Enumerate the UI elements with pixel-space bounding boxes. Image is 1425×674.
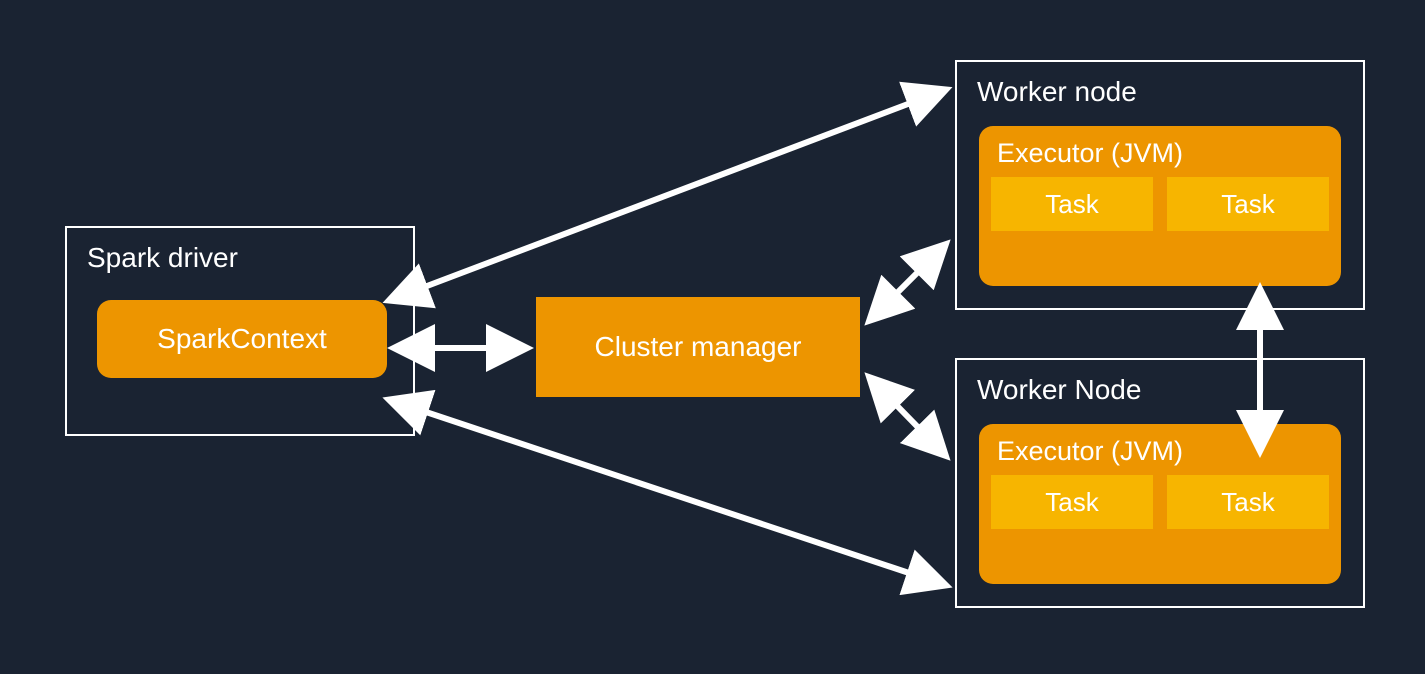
task-label: Task [1221,189,1274,220]
task-box: Task [1167,177,1329,231]
task-label: Task [1045,189,1098,220]
cluster-manager-label: Cluster manager [595,331,802,363]
task-box: Task [991,475,1153,529]
executor-1-box: Executor (JVM) Task Task [979,126,1341,286]
task-box: Task [1167,475,1329,529]
spark-driver-panel: Spark driver SparkContext [65,226,415,436]
worker-node-2-title: Worker Node [977,374,1141,406]
spark-context-box: SparkContext [97,300,387,378]
executor-1-task-row: Task Task [991,177,1329,231]
task-label: Task [1221,487,1274,518]
spark-driver-title: Spark driver [87,242,238,274]
worker-node-1-title: Worker node [977,76,1137,108]
worker-node-2-panel: Worker Node Executor (JVM) Task Task [955,358,1365,608]
task-box: Task [991,177,1153,231]
executor-2-task-row: Task Task [991,475,1329,529]
worker-node-1-panel: Worker node Executor (JVM) Task Task [955,60,1365,310]
task-label: Task [1045,487,1098,518]
executor-2-label: Executor (JVM) [997,436,1329,467]
executor-1-label: Executor (JVM) [997,138,1329,169]
spark-context-label: SparkContext [157,323,327,355]
executor-2-box: Executor (JVM) Task Task [979,424,1341,584]
cluster-manager-box: Cluster manager [536,297,860,397]
